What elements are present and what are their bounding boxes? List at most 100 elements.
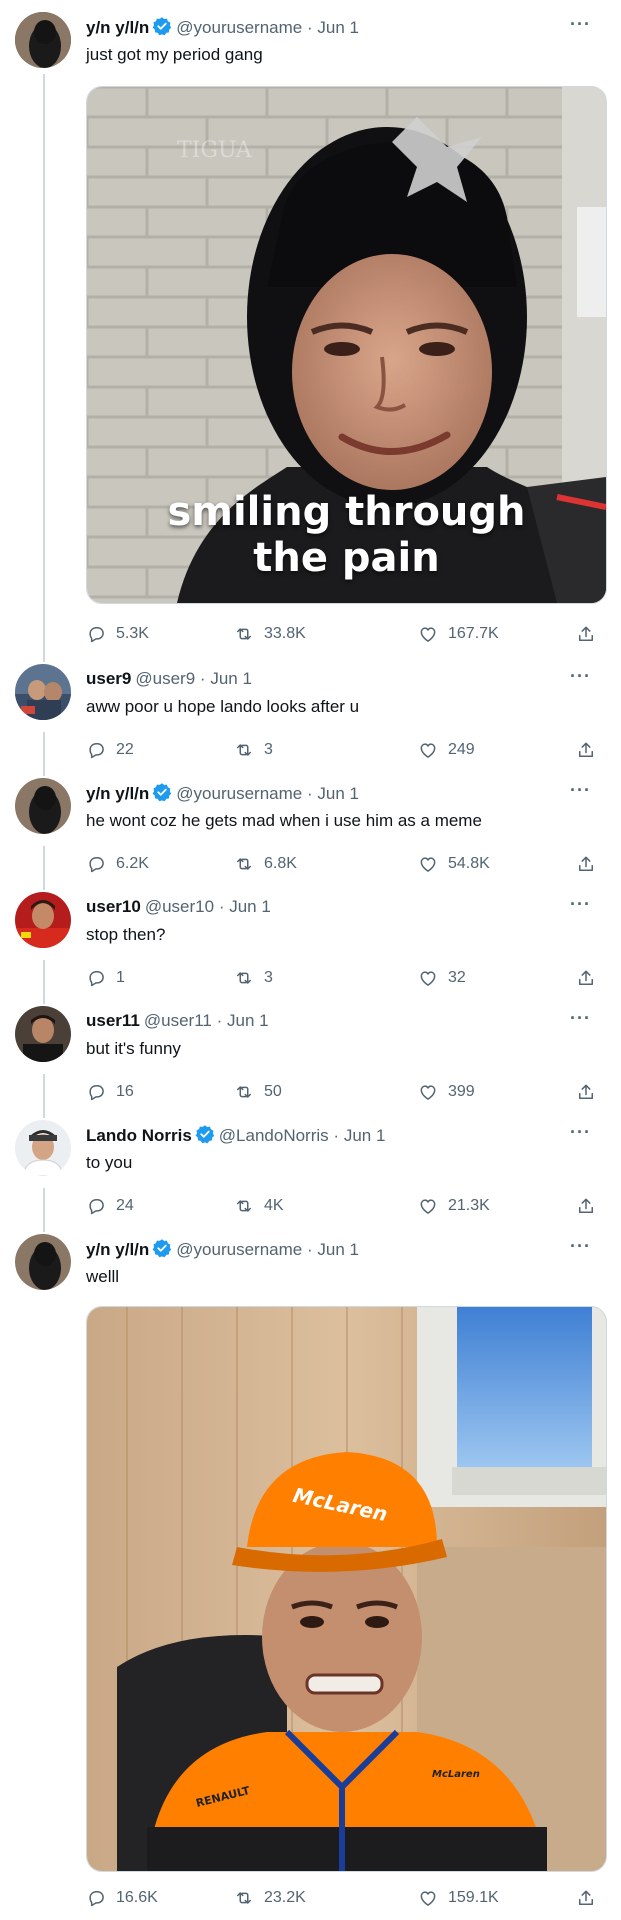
retweet-icon [237,628,251,640]
share-button[interactable] [576,854,596,874]
display-name[interactable]: user10 [86,897,141,916]
avatar[interactable] [15,892,71,948]
like-count: 167.7K [448,625,499,642]
tweet-image[interactable]: McLaren RENAULT McLaren [86,1306,607,1872]
retweet-button[interactable]: 3 [234,740,273,760]
retweet-button[interactable]: 3 [234,968,273,988]
tweet[interactable]: user9 @user9 · Jun 1 ··· aww poor u hope … [0,664,621,764]
share-button[interactable] [576,968,596,988]
more-icon[interactable]: ··· [570,666,591,687]
reply-button[interactable]: 6.2K [86,854,149,874]
avatar[interactable] [15,778,71,834]
more-icon[interactable]: ··· [570,894,591,915]
retweet-count: 3 [264,969,273,986]
handle[interactable]: @LandoNorris [219,1126,329,1145]
like-count: 159.1K [448,1889,499,1906]
tweet[interactable]: user10 @user10 · Jun 1 ··· stop then? 1 3… [0,892,621,992]
handle[interactable]: @yourusername [176,784,302,803]
like-button[interactable]: 21.3K [418,1196,490,1216]
tweet[interactable]: Lando Norris @LandoNorris · Jun 1 ··· to … [0,1120,621,1220]
tweet-image[interactable]: TIGUA smiling through the pain [86,86,607,604]
retweet-button[interactable]: 50 [234,1082,282,1102]
display-name[interactable]: y/n y/l/n [86,1240,149,1259]
tweet-actions: 16 50 399 [86,1082,596,1106]
share-icon [579,1084,593,1099]
reply-icon [89,743,104,759]
tweet-actions: 16.6K 23.2K 159.1K [86,1888,596,1912]
share-button[interactable] [576,1082,596,1102]
more-icon[interactable]: ··· [570,14,591,35]
share-icon [579,742,593,757]
retweet-button[interactable]: 33.8K [234,624,306,644]
svg-text:McLaren: McLaren [432,1769,480,1780]
like-icon [420,857,436,872]
share-button[interactable] [576,1196,596,1216]
tweet-date[interactable]: Jun 1 [210,669,252,688]
tweet[interactable]: user11 @user11 · Jun 1 ··· but it's funny… [0,1006,621,1106]
display-name[interactable]: user11 [86,1011,140,1030]
like-button[interactable]: 167.7K [418,624,499,644]
handle[interactable]: @yourusername [176,18,302,37]
reply-icon [89,627,104,643]
share-button[interactable] [576,1888,596,1908]
reply-button[interactable]: 16 [86,1082,134,1102]
like-icon [420,971,436,986]
tweet-date[interactable]: Jun 1 [344,1126,386,1145]
verified-badge-icon [195,1124,215,1150]
avatar[interactable] [15,1234,71,1290]
retweet-button[interactable]: 6.8K [234,854,297,874]
tweet-date[interactable]: Jun 1 [227,1011,269,1030]
tweet-date[interactable]: Jun 1 [317,784,359,803]
handle[interactable]: @yourusername [176,1240,302,1259]
tweet-header: user11 @user11 · Jun 1 [86,1010,269,1032]
tweet-date[interactable]: Jun 1 [317,18,359,37]
display-name[interactable]: y/n y/l/n [86,18,149,37]
reply-count: 24 [116,1197,134,1214]
like-button[interactable]: 54.8K [418,854,490,874]
tweet-date[interactable]: Jun 1 [317,1240,359,1259]
reply-icon [89,1891,104,1907]
tweet[interactable]: y/n y/l/n @yourusername · Jun 1 ··· just … [0,12,621,652]
avatar[interactable] [15,1006,71,1062]
reply-icon [89,1085,104,1101]
like-count: 54.8K [448,855,490,872]
like-count: 249 [448,741,475,758]
avatar[interactable] [15,1120,71,1176]
date-separator: · [306,1240,313,1259]
display-name[interactable]: y/n y/l/n [86,784,149,803]
reply-button[interactable]: 22 [86,740,134,760]
share-button[interactable] [576,624,596,644]
more-icon[interactable]: ··· [570,1236,591,1257]
share-button[interactable] [576,740,596,760]
tweet[interactable]: y/n y/l/n @yourusername · Jun 1 ··· welll [0,1234,621,1914]
more-icon[interactable]: ··· [570,1008,591,1029]
retweet-button[interactable]: 23.2K [234,1888,306,1908]
tweet-text: to you [86,1153,133,1172]
display-name[interactable]: Lando Norris [86,1126,192,1145]
handle[interactable]: @user11 [144,1011,212,1030]
like-button[interactable]: 249 [418,740,475,760]
tweet-date[interactable]: Jun 1 [229,897,271,916]
tweet-text: stop then? [86,925,166,944]
handle[interactable]: @user9 [135,669,195,688]
reply-button[interactable]: 16.6K [86,1888,158,1908]
like-button[interactable]: 159.1K [418,1888,499,1908]
retweet-icon [237,1086,251,1098]
reply-button[interactable]: 24 [86,1196,134,1216]
display-name[interactable]: user9 [86,669,131,688]
like-button[interactable]: 399 [418,1082,475,1102]
tweet-header: y/n y/l/n @yourusername · Jun 1 [86,1238,359,1264]
reply-button[interactable]: 5.3K [86,624,149,644]
handle[interactable]: @user10 [145,897,214,916]
tweet-actions: 6.2K 6.8K 54.8K [86,854,596,878]
retweet-count: 4K [264,1197,284,1214]
share-icon [579,1890,593,1905]
avatar[interactable] [15,12,71,68]
tweet[interactable]: y/n y/l/n @yourusername · Jun 1 ··· he wo… [0,778,621,878]
more-icon[interactable]: ··· [570,780,591,801]
retweet-button[interactable]: 4K [234,1196,284,1216]
more-icon[interactable]: ··· [570,1122,591,1143]
avatar[interactable] [15,664,71,720]
like-button[interactable]: 32 [418,968,466,988]
reply-button[interactable]: 1 [86,968,125,988]
